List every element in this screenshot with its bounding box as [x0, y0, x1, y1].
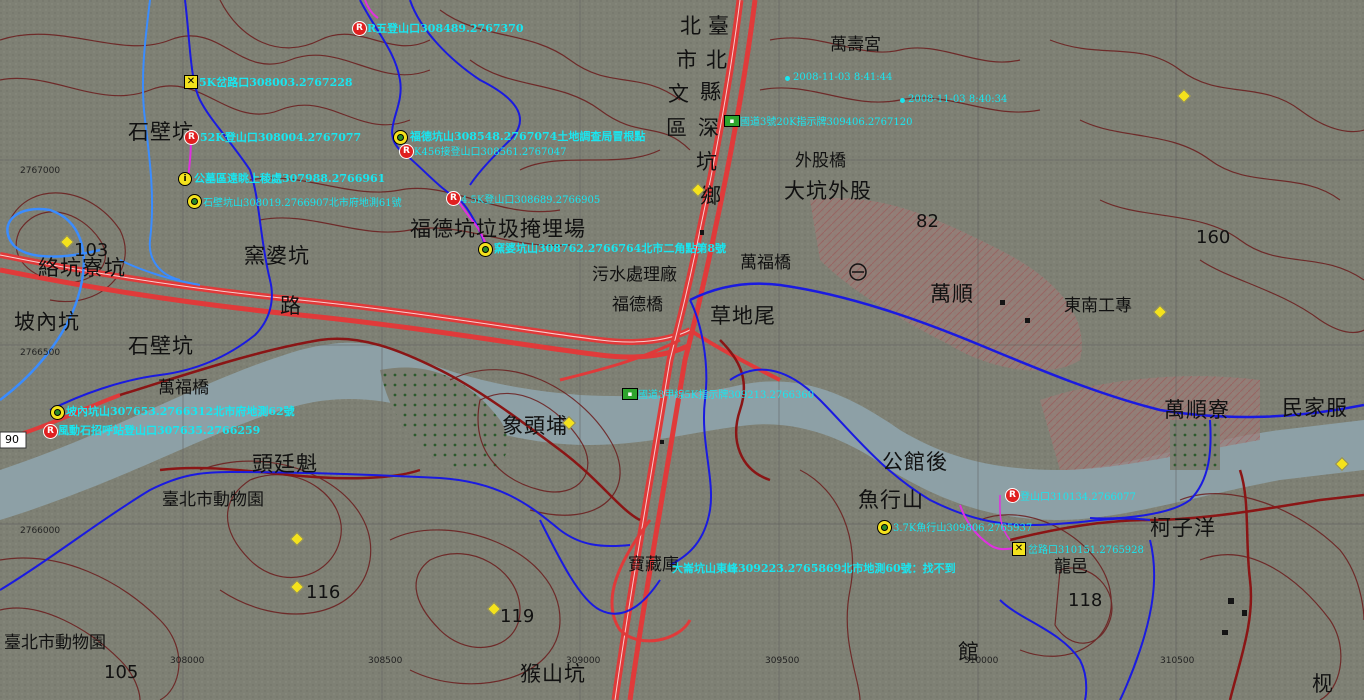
elevation-label: 103 [74, 240, 109, 261]
track-point-marker[interactable] [900, 98, 905, 103]
place-name: 萬福橋 [158, 378, 209, 398]
orchard [1170, 420, 1220, 470]
waypoint-label[interactable]: 福德坑山308548.2767074土地調查局冒根點 [410, 128, 645, 144]
place-name: 福德坑垃圾掩埋場 [410, 217, 586, 241]
waypoint-label[interactable]: K456接登山口308561.2767047 [414, 143, 566, 158]
place-name: 象頭埔 [502, 414, 568, 438]
place-name: 公館後 [882, 450, 948, 474]
waypoint-label[interactable]: 公墓區遠眺上稜處307988.2766961 [194, 170, 385, 186]
junction-marker[interactable]: ✕ [1012, 542, 1026, 556]
place-name: 民家服 [1282, 396, 1348, 420]
signpost-marker[interactable]: ▪ [724, 115, 740, 127]
summit-marker[interactable] [393, 130, 408, 145]
elevation-label: 105 [104, 662, 139, 683]
elevation-label: 82 [916, 211, 939, 232]
place-name: 柯子洋 [1150, 516, 1216, 540]
place-name: 石壁坑 [128, 334, 194, 358]
waypoint-label[interactable]: R五登山口308489.2767370 [367, 20, 523, 36]
grid-label: 308000 [170, 656, 205, 666]
place-name: 萬順寮 [1164, 398, 1230, 422]
trailhead-marker[interactable]: R [446, 191, 461, 206]
waypoint-label[interactable]: 登山口310134.2766077 [1020, 488, 1136, 503]
place-name: 文 [668, 82, 690, 106]
place-name: 臺 [708, 14, 730, 38]
grid-label: 2767000 [20, 166, 61, 176]
waypoint-label[interactable]: 岔路口310151.2765928 [1028, 541, 1144, 556]
place-name: 鄉 [700, 184, 722, 208]
grid-label: 308500 [368, 656, 403, 666]
trailhead-marker[interactable]: R [352, 21, 367, 36]
grid-label: 310000 [964, 656, 999, 666]
trailhead-marker[interactable]: R [43, 424, 58, 439]
elevation-label: 118 [1068, 590, 1103, 611]
place-name: 臺北市動物園 [4, 633, 106, 653]
grid-label: 2766000 [20, 526, 61, 536]
place-name: 深 [698, 116, 720, 140]
place-name: 萬順 [930, 282, 974, 306]
info-marker[interactable]: i [178, 172, 192, 186]
place-name: 外股橋 [795, 151, 846, 171]
waypoint-label[interactable]: 大崙坑山東峰309223.2765869北市地測60號：找不到 [672, 560, 956, 576]
topographic-map[interactable]: 90 北 臺 市 文 北 縣 區 深 坑 鄉 萬壽宮 石壁坑 外股橋 大坑外股 … [0, 0, 1364, 700]
place-name: 枧 [1312, 672, 1334, 696]
elevation-label: 116 [306, 582, 341, 603]
place-name: 石壁坑 [128, 120, 194, 144]
trailhead-marker[interactable]: R [399, 144, 414, 159]
waypoint-label[interactable]: 石壁坑山308019.2766907北市府地測61號 [203, 194, 402, 209]
summit-marker[interactable] [877, 520, 892, 535]
summit-marker[interactable] [187, 194, 202, 209]
place-name: 萬壽宮 [830, 35, 881, 55]
waypoint-label[interactable]: 5K岔路口308003.2767228 [199, 74, 353, 90]
waypoint-label[interactable]: 國道3甲線5K指示牌309213.2766360 [638, 386, 814, 401]
road-number: 90 [5, 433, 19, 446]
junction-marker[interactable]: ✕ [184, 75, 198, 89]
place-name: 福德橋 [612, 295, 663, 315]
signpost-marker[interactable]: ▪ [622, 388, 638, 400]
place-name: 市 [676, 48, 698, 72]
waypoint-label[interactable]: 窯婆坑山308762.2766764北市二角點第8號 [494, 240, 726, 256]
waypoint-label[interactable]: 3.7K魚行山309806.2765937 [893, 519, 1032, 534]
place-name: 草地尾 [710, 304, 776, 328]
place-name: 大坑外股 [784, 179, 872, 203]
place-name: 縣 [700, 80, 722, 104]
track-point-marker[interactable] [785, 76, 790, 81]
trailhead-marker[interactable]: R [1005, 488, 1020, 503]
grid-label: 309500 [765, 656, 800, 666]
place-name: 北 [706, 48, 728, 72]
waypoint-label[interactable]: 52K登山口308004.2767077 [200, 129, 361, 145]
place-name: 窯婆坑 [244, 244, 310, 268]
waypoint-label[interactable]: 2008-11-03 8:41:44 [793, 72, 892, 83]
trailhead-marker[interactable]: R [184, 130, 199, 145]
place-name: 魚行山 [858, 488, 924, 512]
place-name: 頭廷魁 [252, 452, 318, 476]
place-name: 萬福橋 [740, 253, 791, 273]
elevation-label: 160 [1196, 227, 1231, 248]
grid-label: 310500 [1160, 656, 1195, 666]
place-name: 臺北市動物園 [162, 490, 264, 510]
place-name: 路 [280, 294, 302, 318]
waypoint-label[interactable]: 2008-11-03 8:40:34 [908, 94, 1007, 105]
waypoint-label[interactable]: 國道3號20K指示牌309406.2767120 [740, 113, 912, 128]
place-name: 污水處理廠 [592, 265, 677, 285]
summit-marker[interactable] [478, 242, 493, 257]
waypoint-label[interactable]: 風動石招呼站登山口307635.2766259 [58, 422, 260, 438]
place-name: 北 [680, 14, 702, 38]
grid-label: 309000 [566, 656, 601, 666]
place-name: 東南工專 [1064, 296, 1132, 316]
summit-marker[interactable] [50, 405, 65, 420]
waypoint-label[interactable]: 坡內坑山307653.2766312北市府地測62號 [66, 403, 295, 419]
elevation-label: 119 [500, 606, 535, 627]
waypoint-label[interactable]: 4.5K登山口308689.2766905 [461, 191, 600, 206]
grid-label: 2766500 [20, 348, 61, 358]
place-name: 區 [666, 116, 688, 140]
place-name: 坡內坑 [14, 310, 80, 334]
place-name: 坑 [696, 150, 718, 174]
